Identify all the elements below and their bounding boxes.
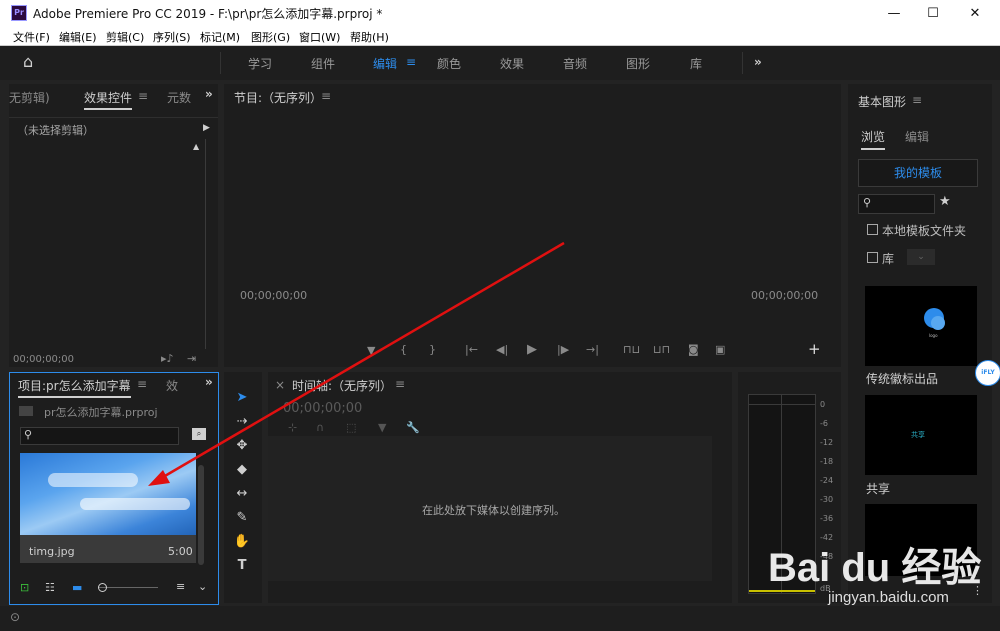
arrow-line xyxy=(157,241,565,482)
arrow-head xyxy=(148,470,170,486)
annotation-arrow xyxy=(148,241,565,486)
